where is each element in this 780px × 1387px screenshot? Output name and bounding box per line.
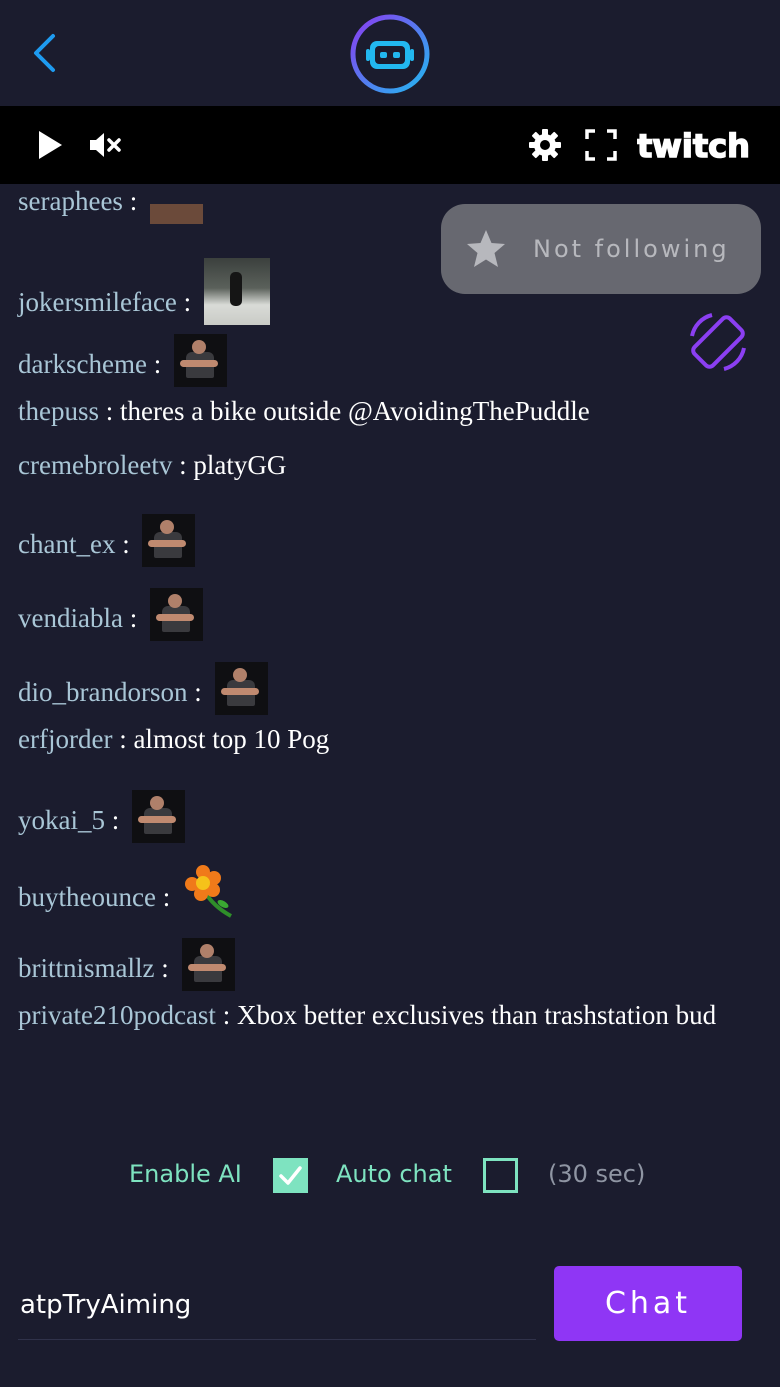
chat-username[interactable]: cremebroleetv xyxy=(18,450,172,480)
chat-separator: : xyxy=(122,603,144,633)
chat-username[interactable]: private210podcast xyxy=(18,1000,216,1030)
svg-text:twitch: twitch xyxy=(637,128,750,162)
chat-separator: : xyxy=(154,953,176,983)
settings-button[interactable] xyxy=(524,120,566,170)
chevron-left-icon xyxy=(34,34,55,72)
flower-emote-icon xyxy=(183,864,239,920)
chat-message: thepuss : theres a bike outside @Avoidin… xyxy=(18,388,750,434)
screen-rotate-icon[interactable] xyxy=(684,308,752,376)
chat-message: buytheounce : xyxy=(18,864,750,920)
enable-ai-checkbox[interactable] xyxy=(273,1158,308,1193)
fullscreen-icon xyxy=(585,129,617,161)
play-button[interactable] xyxy=(30,120,70,170)
chat-separator: : xyxy=(187,677,209,707)
chat-message: yokai_5 : xyxy=(18,790,750,843)
chat-username[interactable]: thepuss xyxy=(18,396,99,426)
chat-message: private210podcast : Xbox better exclusiv… xyxy=(18,992,750,1038)
chat-username[interactable]: seraphees xyxy=(18,186,123,216)
chat-separator: : xyxy=(172,450,194,480)
send-chat-button[interactable]: Chat xyxy=(554,1266,742,1341)
chat-message: vendiabla : xyxy=(18,588,750,641)
auto-chat-label: Auto chat xyxy=(336,1160,452,1188)
chat-message: dio_brandorson : xyxy=(18,662,750,715)
chat-username[interactable]: brittnismallz xyxy=(18,953,154,983)
back-button[interactable] xyxy=(22,28,66,78)
chat-username[interactable]: dio_brandorson xyxy=(18,677,187,707)
app-header xyxy=(0,0,780,106)
chat-message: chant_ex : xyxy=(18,514,750,567)
twitch-wordmark-icon: twitch xyxy=(637,128,751,162)
chat-separator: : xyxy=(155,882,177,912)
follow-toggle[interactable]: Not following xyxy=(441,204,761,294)
emote-image xyxy=(203,258,270,325)
chat-separator: : xyxy=(122,186,144,216)
mute-button[interactable] xyxy=(84,120,126,170)
chat-separator: : xyxy=(112,724,134,754)
twitch-logo[interactable]: twitch xyxy=(636,120,754,170)
chat-text: Xbox better exclusives than trashstation… xyxy=(236,1000,717,1030)
chat-text: almost top 10 Pog xyxy=(133,724,330,754)
chat-separator: : xyxy=(146,349,168,379)
auto-chat-interval: (30 sec) xyxy=(548,1160,646,1188)
checkmark-icon xyxy=(279,1166,302,1185)
fullscreen-button[interactable] xyxy=(580,120,622,170)
chat-message: cremebroleetv : platyGG xyxy=(18,442,750,488)
chat-username[interactable]: chant_ex xyxy=(18,529,115,559)
player-controls: twitch xyxy=(0,106,780,184)
chat-separator: : xyxy=(176,287,198,317)
follow-label: Not following xyxy=(533,235,730,263)
emote-image xyxy=(181,938,235,991)
enable-ai-label: Enable AI xyxy=(129,1160,242,1188)
chat-message-input[interactable] xyxy=(18,1270,536,1340)
chat-username[interactable]: jokersmileface xyxy=(18,287,177,317)
chat-message: darkscheme : xyxy=(18,334,750,387)
chat-list: seraphees : jokersmileface : darkscheme … xyxy=(0,184,780,1264)
chat-username[interactable]: vendiabla xyxy=(18,603,123,633)
chat-message: erfjorder : almost top 10 Pog xyxy=(18,716,750,762)
play-icon xyxy=(39,131,62,159)
chat-separator: : xyxy=(215,1000,237,1030)
volume-muted-icon xyxy=(90,133,121,157)
emote-image xyxy=(149,588,203,641)
chat-username[interactable]: yokai_5 xyxy=(18,805,105,835)
chat-username[interactable]: darkscheme xyxy=(18,349,147,379)
emote-image xyxy=(142,514,196,567)
chat-message: brittnismallz : xyxy=(18,938,750,991)
emote-image xyxy=(149,204,203,224)
chat-separator: : xyxy=(99,396,121,426)
chat-separator: : xyxy=(105,805,127,835)
chat-username[interactable]: buytheounce xyxy=(18,882,156,912)
chat-username[interactable]: erfjorder xyxy=(18,724,112,754)
emote-image xyxy=(214,662,268,715)
emote-image xyxy=(132,790,186,843)
auto-chat-checkbox[interactable] xyxy=(483,1158,518,1193)
robot-logo-icon xyxy=(350,14,430,94)
chat-separator: : xyxy=(115,529,137,559)
chat-options: Enable AI Auto chat (30 sec) xyxy=(0,1150,780,1202)
star-icon xyxy=(467,230,505,267)
emote-image xyxy=(173,334,227,387)
chat-text: theres a bike outside @AvoidingThePuddle xyxy=(120,396,590,426)
chat-text: platyGG xyxy=(193,450,287,480)
gear-icon xyxy=(529,129,561,161)
